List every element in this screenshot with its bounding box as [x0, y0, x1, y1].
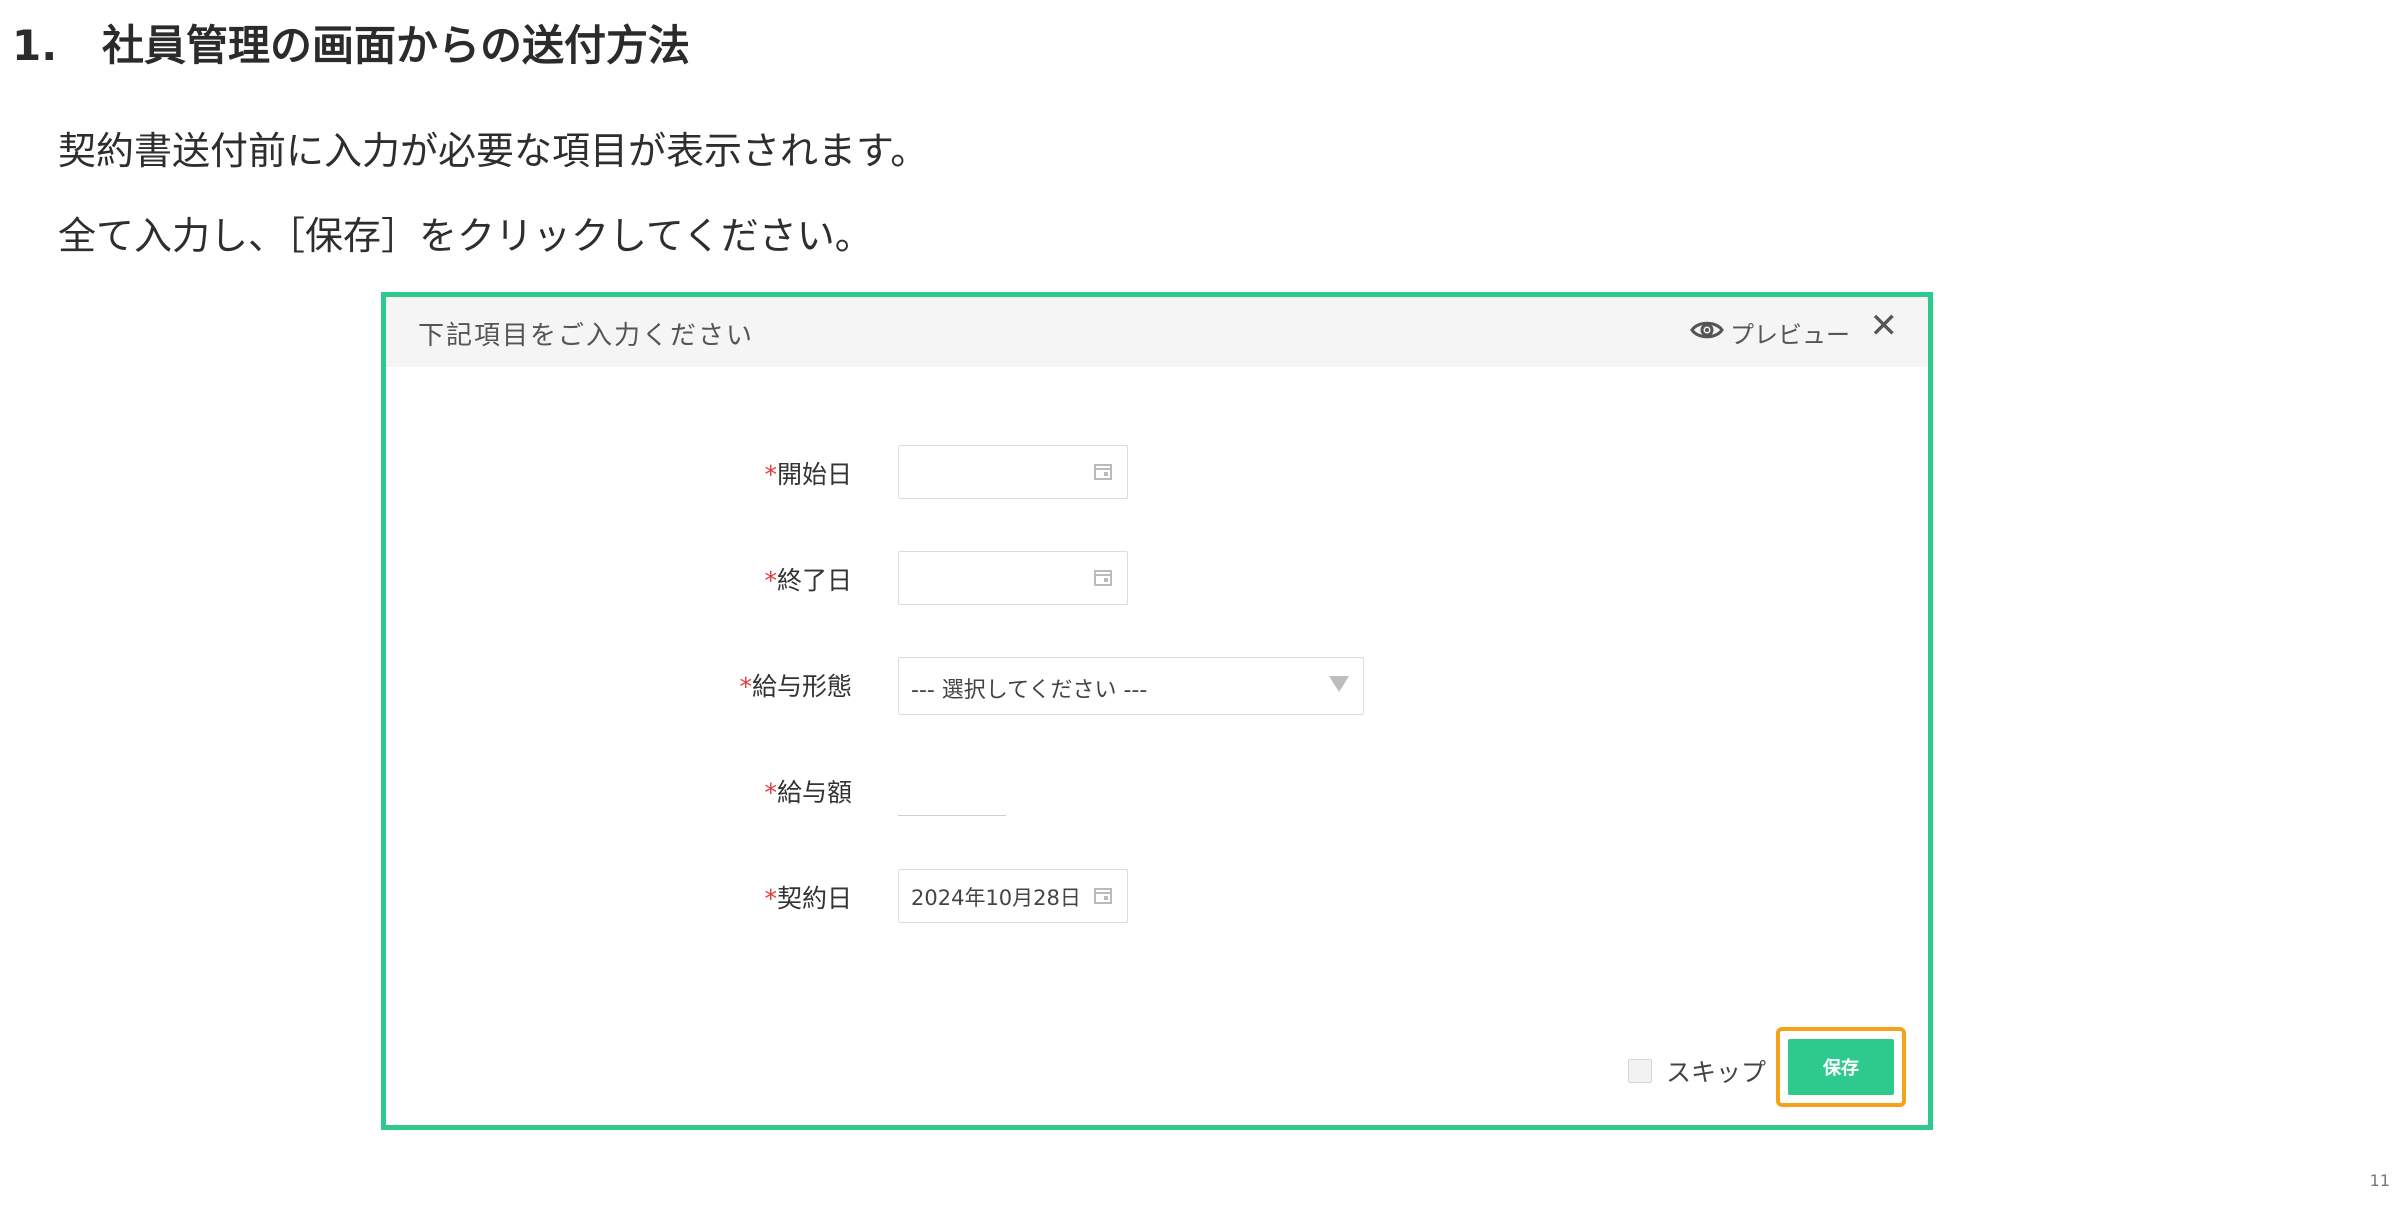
intro-line-1: 契約書送付前に入力が必要な項目が表示されます。: [58, 129, 929, 173]
pay-amount-label: *給与額: [764, 778, 852, 807]
pay-type-label: *給与形態: [739, 672, 852, 701]
page-title: 1. 社員管理の画面からの送付方法: [12, 12, 690, 73]
required-mark: *: [764, 884, 777, 913]
end-date-input[interactable]: [898, 551, 1128, 605]
required-mark: *: [764, 460, 777, 489]
dialog-title: 下記項目をご入力ください: [418, 321, 755, 351]
input-dialog: 下記項目をご入力ください プレビュー ✕ *開始日 *終了日 *給与形態 ---…: [381, 292, 1933, 1130]
skip-option[interactable]: スキップ: [1627, 1053, 1766, 1089]
start-date-input[interactable]: [898, 445, 1128, 499]
required-mark: *: [739, 672, 752, 701]
save-button-highlight: 保存: [1776, 1027, 1906, 1107]
skip-label: スキップ: [1665, 1058, 1766, 1087]
calendar-icon: [1093, 567, 1113, 587]
required-mark: *: [764, 778, 777, 807]
contract-date-input[interactable]: 2024年10月28日: [898, 869, 1128, 923]
pay-amount-input[interactable]: [898, 815, 1006, 816]
dialog-header: 下記項目をご入力ください プレビュー ✕: [386, 297, 1928, 367]
start-date-label: *開始日: [764, 460, 852, 489]
eye-icon: [1690, 319, 1724, 347]
pay-type-select[interactable]: --- 選択してください ---: [898, 657, 1364, 715]
save-button[interactable]: 保存: [1788, 1039, 1894, 1095]
preview-button[interactable]: プレビュー: [1690, 315, 1850, 350]
calendar-icon: [1093, 461, 1113, 481]
dropdown-arrow-icon: [1329, 676, 1349, 692]
intro-line-2: 全て入力し、［保存］をクリックしてください。: [58, 214, 873, 258]
section-heading: 社員管理の画面からの送付方法: [102, 21, 691, 70]
skip-checkbox[interactable]: [1627, 1059, 1652, 1083]
page-number: 11: [2369, 1171, 2390, 1190]
close-icon[interactable]: ✕: [1870, 309, 1899, 343]
preview-label: プレビュー: [1730, 321, 1850, 349]
end-date-label: *終了日: [764, 566, 852, 595]
section-number: 1.: [12, 21, 58, 70]
contract-date-label: *契約日: [764, 884, 852, 913]
required-mark: *: [764, 566, 777, 595]
calendar-icon: [1093, 885, 1113, 905]
